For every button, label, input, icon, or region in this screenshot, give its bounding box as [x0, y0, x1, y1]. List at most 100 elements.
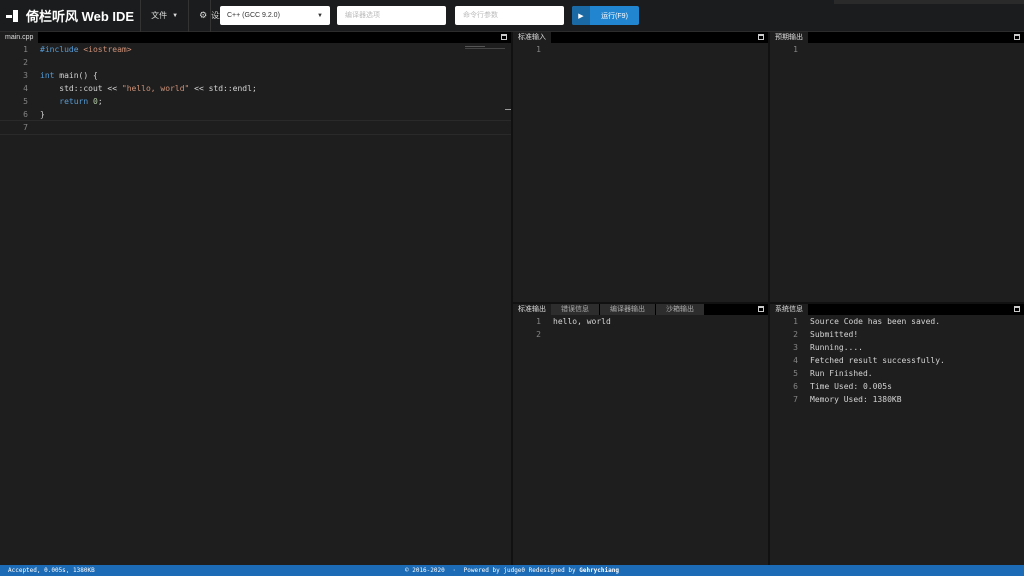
code-line[interactable]: 4 Fetched result successfully. [770, 354, 1024, 367]
cli-args-input[interactable] [455, 6, 564, 25]
code-line[interactable]: 2 [0, 56, 511, 69]
footer-separator: · [452, 567, 456, 574]
line-number: 4 [793, 356, 798, 365]
line-number: 5 [23, 97, 28, 106]
line-number: 1 [23, 45, 28, 54]
tab-system-info[interactable]: 系统信息 [770, 304, 808, 315]
maximize-icon[interactable] [1014, 34, 1020, 40]
line-number: 1 [793, 45, 798, 54]
line-number: 3 [23, 71, 28, 80]
top-bar: 倚栏听风 Web IDE 文件 ▼ ⚙ 设置 C++ (GCC 9.2.0) ▼… [0, 0, 1024, 32]
compiler-options-input[interactable] [337, 6, 446, 25]
tab-stdin[interactable]: 标准输入 [513, 32, 551, 43]
code-line[interactable]: 6} [0, 108, 511, 121]
maximize-icon[interactable] [758, 34, 764, 40]
line-number: 2 [536, 330, 541, 339]
expected-output-editor[interactable]: 1 [770, 43, 1024, 56]
code-line[interactable]: 4 std::cout << "hello, world" << std::en… [0, 82, 511, 95]
line-text: #include <iostream> [28, 43, 132, 56]
code-line[interactable]: 1 hello, world [513, 315, 768, 328]
line-number: 7 [793, 395, 798, 404]
code-line[interactable]: 1 [513, 43, 768, 56]
language-select[interactable]: C++ (GCC 9.2.0) ▼ [220, 6, 330, 25]
stdin-editor[interactable]: 1 [513, 43, 768, 56]
code-line[interactable]: 1 #include <iostream> [0, 43, 511, 56]
system-info-editor[interactable]: 1 Source Code has been saved. 2 Submitted! 3… [770, 315, 1024, 406]
tab-expected-output[interactable]: 预期输出 [770, 32, 808, 43]
line-text: Fetched result successfully. [810, 356, 945, 365]
code-token: "hello, world" [121, 84, 190, 93]
file-menu[interactable]: 文件 ▼ [141, 0, 188, 32]
brand[interactable]: 倚栏听风 Web IDE [0, 0, 140, 32]
line-text: } [28, 108, 45, 121]
output-panel: 标准输出 错误信息 编译器输出 沙箱输出 1 hello, world 2 [513, 304, 768, 565]
line-number: 1 [536, 317, 541, 326]
maximize-icon[interactable] [1014, 306, 1020, 312]
code-line[interactable]: 5 Run Finished. [770, 367, 1024, 380]
code-line[interactable]: 6 Time Used: 0.005s [770, 380, 1024, 393]
footer-credits: © 2016-2020 · Powered by judge0 Redesign… [0, 565, 1024, 576]
code-token: return [59, 97, 89, 106]
system-panel-header: 系统信息 [770, 304, 1024, 315]
editor-panel: main.cpp 1 #include <iostream> 2 3 int main(… [0, 32, 512, 565]
line-text [541, 43, 553, 56]
menu-separator [210, 0, 211, 32]
code-editor[interactable]: 1 #include <iostream> 2 3 int main() {4 std:… [0, 43, 512, 135]
line-number: 1 [536, 45, 541, 54]
stdin-panel-header: 标准输入 [513, 32, 768, 43]
line-text: Time Used: 0.005s [810, 382, 892, 391]
code-line[interactable]: 3 Running.... [770, 341, 1024, 354]
line-text: Run Finished. [810, 369, 873, 378]
author-link[interactable]: Gehrychiang [579, 567, 619, 574]
tab-sandbox-output[interactable]: 沙箱输出 [656, 304, 704, 315]
line-text: hello, world [553, 317, 611, 326]
code-token: main() { [54, 71, 98, 80]
copyright: © 2016-2020 [405, 567, 445, 574]
minimap[interactable] [465, 46, 505, 60]
code-line[interactable]: 7 [0, 120, 512, 135]
code-line[interactable]: 2 [513, 328, 768, 341]
maximize-icon[interactable] [501, 34, 507, 40]
output-panel-header: 标准输出 错误信息 编译器输出 沙箱输出 [513, 304, 768, 315]
code-token: std::cout << [40, 84, 122, 93]
code-line[interactable]: 1 [770, 43, 1024, 56]
tab-main-cpp[interactable]: main.cpp [0, 32, 39, 43]
editor-panel-header: main.cpp [0, 32, 511, 43]
caret-down-icon: ▼ [317, 12, 323, 19]
line-text: return 0; [28, 95, 103, 108]
code-token: <iostream> [83, 45, 132, 54]
code-line[interactable]: 5 return 0; [0, 95, 511, 108]
tab-stdout[interactable]: 标准输出 [513, 304, 551, 315]
expected-panel-header: 预期输出 [770, 32, 1024, 43]
line-number: 6 [793, 382, 798, 391]
gear-icon: ⚙ [199, 10, 208, 20]
status-bar: Accepted, 0.005s, 1380KB © 2016-2020 · P… [0, 565, 1024, 576]
powered-by: Powered by judge0 Redesigned by [463, 567, 576, 574]
file-menu-label: 文件 [151, 11, 168, 20]
caret-down-icon: ▼ [172, 12, 179, 19]
line-text: int main() { [28, 69, 98, 82]
line-text: std::cout << "hello, world" << std::endl… [28, 82, 257, 95]
code-token: << std::endl; [189, 84, 257, 93]
line-text: Running.... [810, 343, 863, 352]
language-select-value: C++ (GCC 9.2.0) [227, 12, 280, 19]
line-text: Source Code has been saved. [810, 317, 941, 326]
code-line[interactable]: 2 Submitted! [770, 328, 1024, 341]
play-icon: ▶ [572, 6, 590, 25]
code-token: #include [40, 45, 84, 54]
code-line[interactable]: 7 Memory Used: 1380KB [770, 393, 1024, 406]
stdout-editor[interactable]: 1 hello, world 2 [513, 315, 768, 341]
run-button[interactable]: ▶ 运行(F9) [572, 6, 639, 25]
maximize-icon[interactable] [758, 306, 764, 312]
logo-icon [6, 9, 20, 23]
code-line[interactable]: 3 int main() { [0, 69, 511, 82]
stdin-panel: 标准输入 1 [513, 32, 768, 302]
tab-compiler-output[interactable]: 编译器输出 [600, 304, 655, 315]
line-text [28, 121, 40, 134]
code-token: ; [97, 97, 103, 106]
line-number: 6 [23, 110, 28, 119]
tab-stderr[interactable]: 错误信息 [551, 304, 599, 315]
line-number: 1 [793, 317, 798, 326]
code-line[interactable]: 1 Source Code has been saved. [770, 315, 1024, 328]
line-text [798, 43, 810, 56]
